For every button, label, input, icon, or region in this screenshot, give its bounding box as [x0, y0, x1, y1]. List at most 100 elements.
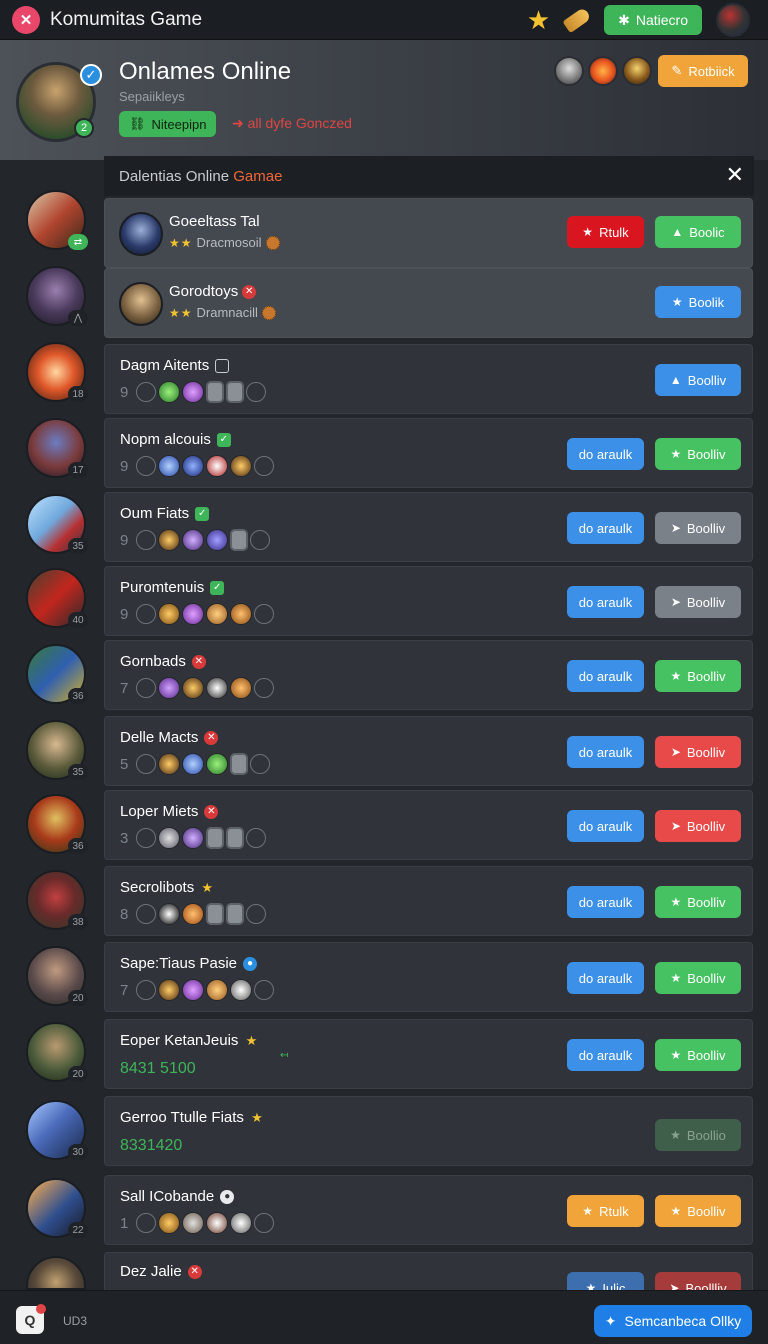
bronze-gem-icon — [158, 753, 180, 775]
araulk-button[interactable]: do araulk — [567, 962, 644, 994]
rail-avatar[interactable]: 40 — [26, 568, 88, 628]
network-button[interactable]: ⛓ Niteepipn — [119, 111, 217, 137]
rtulk-button[interactable]: ★ Rtulk — [567, 216, 644, 248]
row-items: 7 — [120, 979, 274, 1001]
araulk-button[interactable]: do araulk — [567, 512, 644, 544]
member-avatar[interactable] — [588, 56, 618, 86]
bullet-icon[interactable] — [562, 6, 592, 34]
list-item[interactable]: Nopm alcouis ✓ 9 do araulk ★ Boolliv — [104, 418, 753, 488]
rail-avatar[interactable]: 38 — [26, 870, 88, 930]
dialog-title: Dalentias Online Gamae — [119, 168, 282, 185]
araulk-button[interactable]: do araulk — [567, 1039, 644, 1071]
list-item[interactable]: Gornbads ✕ 7 do araulk ★ Boolliv — [104, 640, 753, 710]
rail-avatar[interactable] — [26, 1256, 86, 1290]
list-item[interactable]: Delle Macts ✕ 5 do araulk ➤ Boolliv — [104, 716, 753, 786]
boolliv-button[interactable]: ▲ Boolliv — [655, 364, 741, 396]
boolliv-button[interactable]: ★ Boolliv — [655, 1039, 741, 1071]
boolliv-button[interactable]: ★ Boolliv — [655, 886, 741, 918]
rail-avatar[interactable]: 22 — [26, 1178, 88, 1238]
rtulk-button-label: Rtulk — [599, 224, 629, 240]
boollio-button-label: Boollio — [686, 1127, 726, 1143]
araulk-button[interactable]: do araulk — [567, 438, 644, 470]
boolliv-button[interactable]: ➤ Boolliv — [655, 586, 741, 618]
rail-badge: 36 — [68, 838, 88, 854]
boolic-button[interactable]: ▲ Boolic — [655, 216, 741, 248]
featured-row[interactable]: Gorodtoys ✕ ★★ Dramnacill ★ Boolik — [104, 268, 753, 338]
game-controller-icon[interactable]: ✕ — [12, 5, 40, 34]
profile-name: Onlames Online — [119, 58, 292, 85]
rail-avatar[interactable]: 30 — [26, 1100, 88, 1160]
boolliv-button[interactable]: ➤ Boolliv — [655, 736, 741, 768]
rail-avatar[interactable]: 35 — [26, 494, 88, 554]
bronze-gem-icon — [206, 603, 228, 625]
member-avatar[interactable] — [622, 56, 652, 86]
search-button[interactable]: ✦ Semcanbeca Ollky — [594, 1305, 752, 1337]
close-icon[interactable]: ✕ — [726, 162, 744, 188]
list-item[interactable]: Loper Miets ✕ 3 do araulk ➤ Boolliv — [104, 790, 753, 860]
araulk-button[interactable]: do araulk — [567, 586, 644, 618]
araulk-button[interactable]: do araulk — [567, 886, 644, 918]
boolliv-button[interactable]: ➤ Boolliv — [655, 810, 741, 842]
boolliv-button[interactable]: ★ Boolliv — [655, 660, 741, 692]
row-title-text: Eoper KetanJeuis — [120, 1032, 239, 1049]
rail-avatar[interactable]: 35 — [26, 720, 88, 780]
list-item[interactable]: Sall ICobande ● 1 ★ Rtulk ★ Boolliv — [104, 1175, 753, 1245]
boolliv-button[interactable]: ➤ Boolliv — [655, 512, 741, 544]
araulk-button-label: do araulk — [578, 668, 633, 684]
star-icon: ★ — [670, 1204, 682, 1218]
boolik-button[interactable]: ★ Boolik — [655, 286, 741, 318]
item-count: 7 — [120, 981, 129, 999]
list-item[interactable]: Dez Jalie ✕ ★ Iulic ➤ Boollliv — [104, 1252, 753, 1290]
rail-avatar[interactable]: 20 — [26, 1022, 88, 1082]
rail-badge: 38 — [68, 914, 88, 930]
row-items: 1 — [120, 1212, 274, 1234]
ban-icon: ✕ — [187, 1264, 202, 1279]
list-item[interactable]: Puromtenuis ✓ 9 do araulk ➤ Boolliv — [104, 566, 753, 636]
featured-row[interactable]: Goeeltass Tal ★★ Dracmosoil ★ Rtulk ▲ Bool… — [104, 198, 753, 268]
araulk-button-label: do araulk — [578, 744, 633, 760]
araulk-button[interactable]: do araulk — [567, 810, 644, 842]
list-item[interactable]: Eoper KetanJeuis ★ ↤ 8431 5100 do araulk … — [104, 1019, 753, 1089]
boolliv-button[interactable]: ★ Boolliv — [655, 438, 741, 470]
boollliv-button[interactable]: ➤ Boollliv — [655, 1272, 741, 1290]
rail-avatar[interactable]: 17 — [26, 418, 88, 478]
player-avatar[interactable] — [119, 212, 163, 256]
araulk-button-label: do araulk — [578, 446, 633, 462]
list-item[interactable]: Gerroo Ttulle Fiats ★ 8331420 ★ Boollio — [104, 1096, 753, 1166]
list-item[interactable]: Dagm Aitents 9 ▲ Boolliv — [104, 344, 753, 414]
row-title: Puromtenuis ✓ — [120, 579, 225, 596]
rail-avatar[interactable]: 36 — [26, 794, 88, 854]
row-items: 9 — [120, 529, 270, 551]
locked-slot-icon — [226, 903, 244, 925]
user-avatar[interactable] — [716, 3, 750, 37]
star-icon: ★ — [670, 1128, 681, 1142]
bottom-label: UD3 — [63, 1314, 88, 1328]
info-icon: ● — [243, 956, 258, 971]
notice-button[interactable]: ✱ Natiecro — [604, 5, 702, 35]
boolliv-button[interactable]: ★ Boolliv — [655, 1195, 741, 1227]
boollio-button[interactable]: ★ Boollio — [655, 1119, 741, 1151]
iulic-button[interactable]: ★ Iulic — [567, 1272, 644, 1290]
list-item[interactable]: Secrolibots ★ 8 do araulk ★ Boolliv — [104, 866, 753, 936]
star-icon[interactable]: ★ — [527, 7, 550, 33]
rtulk-button[interactable]: ★ Rtulk — [567, 1195, 644, 1227]
player-name: Goeeltass Tal — [169, 213, 260, 230]
rail-avatar[interactable]: 20 — [26, 946, 88, 1006]
rail-badge: 36 — [68, 688, 88, 704]
rootick-button[interactable]: ✎ Rotbiick — [658, 55, 748, 87]
rail-avatar[interactable]: 18 — [26, 342, 88, 402]
list-item[interactable]: Sape:Tiaus Pasie ● 7 do araulk ★ Boolliv — [104, 942, 753, 1012]
arrow-up-icon: ▲ — [671, 225, 684, 239]
rail-avatar[interactable]: ⋀ — [26, 266, 88, 326]
member-avatar[interactable] — [554, 56, 584, 86]
araulk-button[interactable]: do araulk — [567, 736, 644, 768]
notification-dot — [36, 1304, 46, 1314]
ban-icon: ✕ — [242, 284, 257, 299]
rail-avatar[interactable]: ⇄ — [26, 190, 88, 250]
list-item[interactable]: Oum Fiats ✓ 9 do araulk ➤ Boolliv — [104, 492, 753, 562]
player-avatar[interactable] — [119, 282, 163, 326]
item-count: 9 — [120, 531, 129, 549]
rail-avatar[interactable]: 36 — [26, 644, 88, 704]
boolliv-button[interactable]: ★ Boolliv — [655, 962, 741, 994]
araulk-button[interactable]: do araulk — [567, 660, 644, 692]
